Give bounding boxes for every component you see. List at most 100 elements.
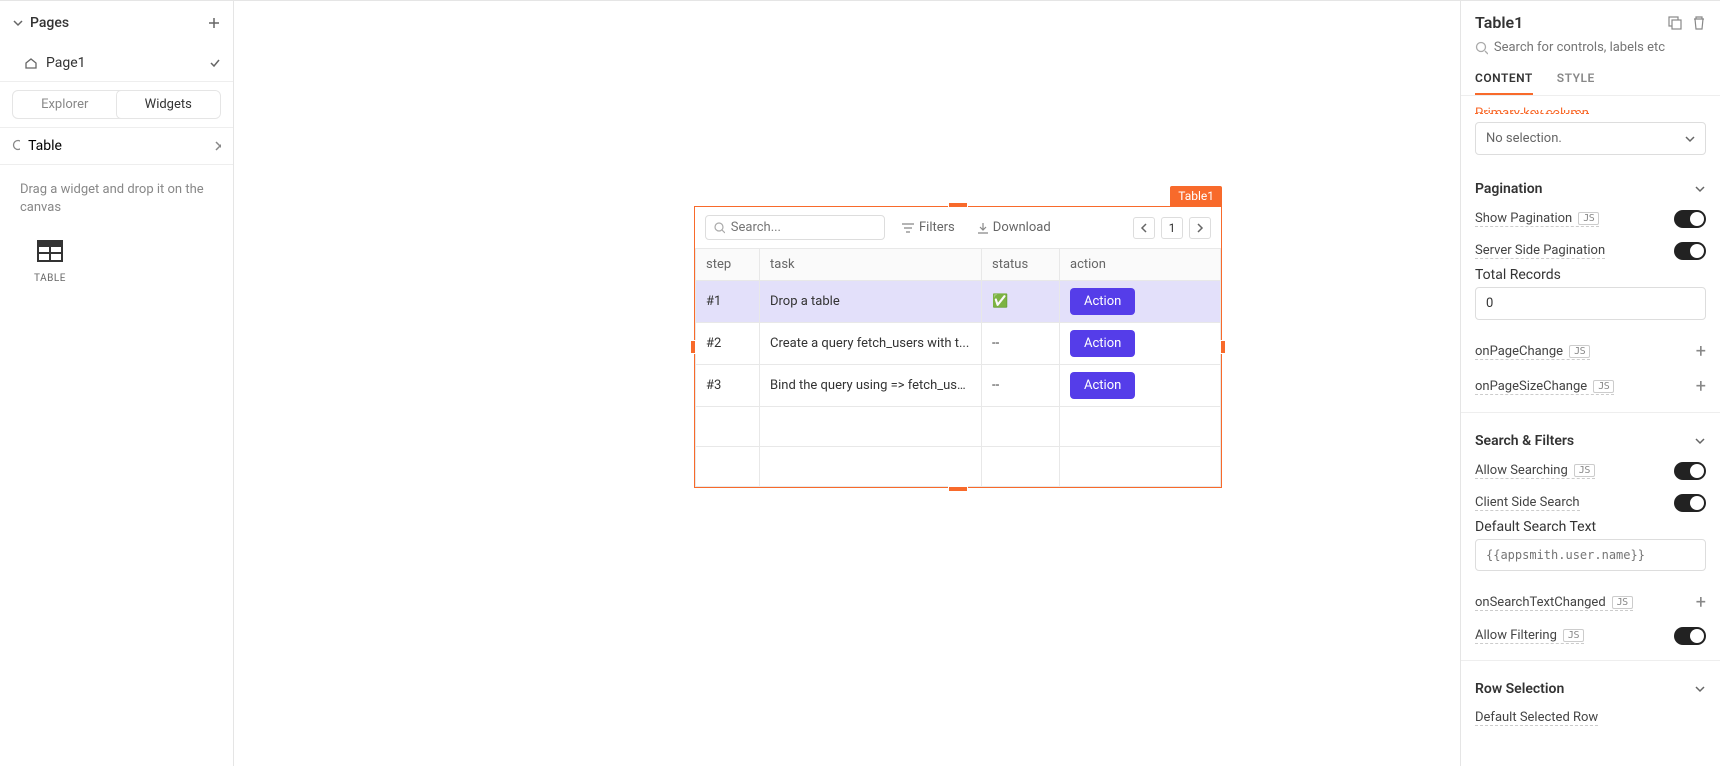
js-toggle[interactable]: JS [1578, 212, 1599, 225]
table-row[interactable]: #1Drop a table✅Action [696, 281, 1221, 323]
close-icon[interactable] [214, 140, 221, 152]
primary-key-value: No selection. [1486, 131, 1562, 146]
allow-filtering-label: Allow Filtering [1475, 628, 1557, 643]
default-search-input[interactable] [1475, 539, 1706, 571]
add-action-button[interactable]: + [1696, 341, 1706, 362]
table-row-empty [696, 407, 1221, 447]
canvas[interactable]: Table1 Filters Download [234, 1, 1460, 766]
section-pagination[interactable]: Pagination [1475, 175, 1706, 203]
right-panel: Table1 CONTENT STYLE Primary key column … [1460, 1, 1720, 766]
js-toggle[interactable]: JS [1569, 345, 1590, 358]
resize-handle-right[interactable] [1220, 340, 1226, 354]
property-search-input[interactable] [1494, 40, 1706, 55]
allow-searching-toggle[interactable] [1674, 462, 1706, 480]
widget-name-badge[interactable]: Table1 [1170, 186, 1222, 206]
widget-search-input[interactable] [28, 138, 206, 154]
next-page-button[interactable] [1189, 217, 1211, 239]
delete-icon[interactable] [1692, 16, 1706, 30]
client-side-search-toggle[interactable] [1674, 494, 1706, 512]
action-button[interactable]: Action [1070, 372, 1135, 399]
pages-label: Pages [30, 15, 69, 31]
pager: 1 [1133, 217, 1211, 239]
prev-page-button[interactable] [1133, 217, 1155, 239]
download-button[interactable]: Download [971, 216, 1057, 239]
copy-icon[interactable] [1668, 16, 1682, 30]
allow-searching-label: Allow Searching [1475, 463, 1568, 478]
widget-search-row [0, 127, 233, 165]
pages-header: Pages [0, 1, 233, 45]
search-icon [714, 222, 725, 234]
seg-widgets[interactable]: Widgets [116, 90, 222, 119]
data-table: steptaskstatusaction #1Drop a table✅Acti… [695, 248, 1221, 487]
section-label: Pagination [1475, 181, 1542, 197]
property-pane-title[interactable]: Table1 [1475, 13, 1523, 32]
download-icon [977, 222, 989, 234]
chevron-down-icon [1694, 435, 1706, 447]
action-button[interactable]: Action [1070, 330, 1135, 357]
section-row-selection[interactable]: Row Selection [1475, 675, 1706, 703]
js-toggle[interactable]: JS [1563, 629, 1584, 642]
add-action-button[interactable]: + [1696, 376, 1706, 397]
resize-handle-top[interactable] [948, 202, 968, 208]
section-label: Search & Filters [1475, 433, 1574, 449]
plus-icon[interactable] [207, 16, 221, 30]
table-icon [37, 240, 63, 262]
section-search-filters[interactable]: Search & Filters [1475, 427, 1706, 455]
primary-key-select[interactable]: No selection. [1475, 122, 1706, 155]
table-row[interactable]: #3Bind the query using => fetch_use...--… [696, 365, 1221, 407]
cell-step: #3 [696, 365, 760, 407]
filters-icon [901, 222, 915, 234]
total-records-input[interactable] [1475, 287, 1706, 320]
js-toggle[interactable]: JS [1593, 380, 1614, 393]
js-toggle[interactable]: JS [1612, 596, 1633, 609]
chevron-down-icon [1685, 134, 1695, 144]
table-row-empty [696, 447, 1221, 487]
cell-task: Drop a table [760, 281, 982, 323]
resize-handle-left[interactable] [690, 340, 696, 354]
onpagechange-label: onPageChange [1475, 344, 1563, 359]
panel-segment: Explorer Widgets [12, 90, 221, 119]
show-pagination-toggle[interactable] [1674, 210, 1706, 228]
column-header[interactable]: action [1060, 249, 1221, 281]
add-action-button[interactable]: + [1696, 592, 1706, 613]
page-number: 1 [1161, 217, 1183, 239]
tab-content[interactable]: CONTENT [1475, 63, 1533, 95]
section-label: Row Selection [1475, 681, 1564, 697]
default-selected-row-label: Default Selected Row [1475, 710, 1598, 726]
chevron-down-icon [1694, 183, 1706, 195]
table-search[interactable] [705, 215, 885, 240]
download-label: Download [993, 220, 1051, 235]
table-row[interactable]: #2Create a query fetch_users with t...--… [696, 323, 1221, 365]
column-header[interactable]: step [696, 249, 760, 281]
tab-style[interactable]: STYLE [1557, 63, 1595, 95]
column-header[interactable]: status [982, 249, 1060, 281]
drag-hint: Drag a widget and drop it on the canvas [0, 165, 233, 233]
server-side-toggle[interactable] [1674, 242, 1706, 260]
resize-handle-bottom[interactable] [948, 486, 968, 492]
pages-toggle[interactable]: Pages [12, 15, 69, 31]
home-icon [24, 56, 38, 70]
filters-button[interactable]: Filters [895, 216, 961, 239]
cell-task: Bind the query using => fetch_use... [760, 365, 982, 407]
check-icon [209, 57, 221, 69]
client-side-search-label: Client Side Search [1475, 495, 1580, 511]
cell-status: -- [982, 365, 1060, 407]
allow-filtering-toggle[interactable] [1674, 627, 1706, 645]
page-item[interactable]: Page1 [0, 45, 233, 81]
table-widget-wrap[interactable]: Table1 Filters Download [694, 206, 1222, 488]
default-search-label: Default Search Text [1475, 519, 1596, 535]
search-icon [1475, 41, 1488, 55]
search-icon [12, 139, 20, 153]
column-header[interactable]: task [760, 249, 982, 281]
js-toggle[interactable]: JS [1574, 464, 1595, 477]
chevron-down-icon [1694, 683, 1706, 695]
action-button[interactable]: Action [1070, 288, 1135, 315]
table-search-input[interactable] [731, 220, 876, 235]
left-panel: Pages Page1 Explorer Widgets Drag a widg… [0, 1, 234, 766]
chevron-down-icon [12, 17, 24, 29]
primary-key-label: Primary key column [1475, 106, 1589, 114]
show-pagination-label: Show Pagination [1475, 211, 1572, 226]
seg-explorer[interactable]: Explorer [13, 91, 117, 118]
onsearchtextchanged-label: onSearchTextChanged [1475, 595, 1606, 610]
table-widget-tile[interactable]: TABLE [20, 233, 80, 284]
